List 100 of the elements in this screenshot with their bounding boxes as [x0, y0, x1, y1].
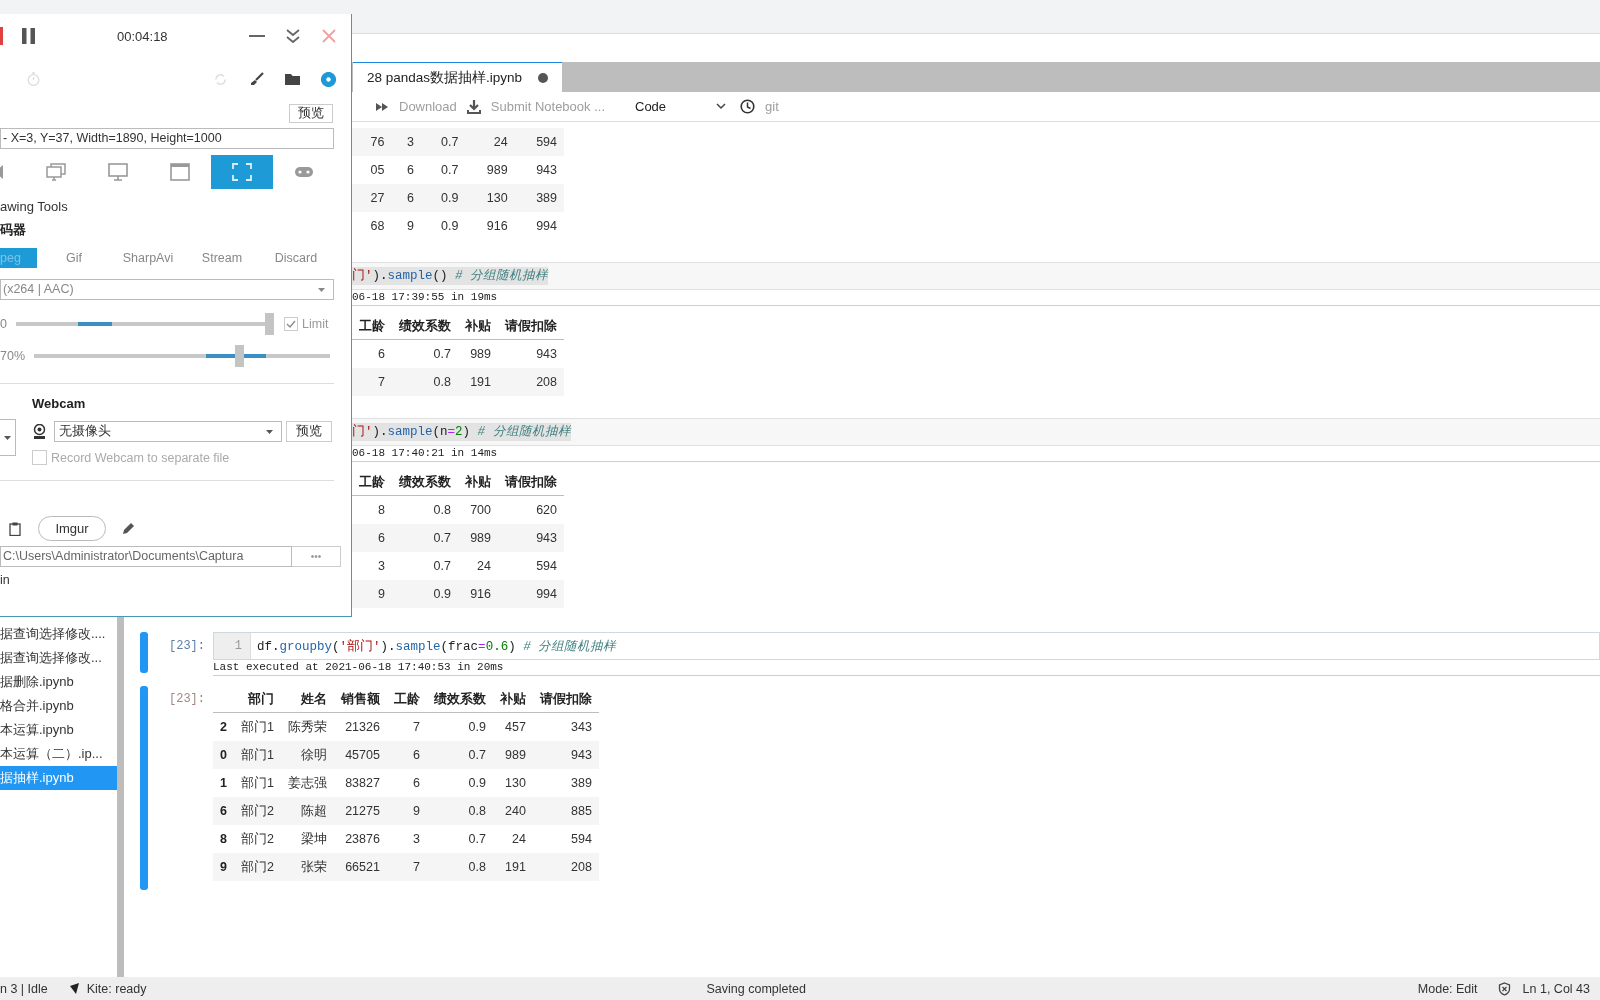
encoder-tab[interactable]: Stream	[185, 248, 259, 268]
file-item[interactable]: 据删除.ipynb	[0, 670, 117, 694]
preview-button[interactable]: 预览	[286, 421, 332, 442]
folder-icon[interactable]	[285, 73, 300, 85]
cell-collapser[interactable]	[140, 686, 148, 890]
webcam-heading: Webcam	[32, 395, 87, 413]
shield-icon[interactable]	[1497, 981, 1511, 996]
mode-indicator[interactable]: Mode: Edit	[1417, 981, 1478, 996]
kernel-status[interactable]: n 3 | Idle	[0, 981, 48, 996]
dropdown[interactable]	[0, 419, 16, 456]
table-cell: 989	[492, 741, 533, 769]
execution-time: Last executed at 2021-06-18 17:40:53 in 20ms	[213, 660, 1600, 676]
table-cell: 943	[498, 339, 564, 368]
webcam-dropdown[interactable]: 无摄像头	[54, 421, 282, 442]
table-cell: 6	[386, 741, 427, 769]
output-folder-field[interactable]: C:\Users\Administrator\Documents\Captura	[0, 546, 292, 567]
window-icon	[170, 163, 190, 181]
encoder-tab[interactable]: Discard	[259, 248, 333, 268]
column-header: 工龄	[386, 686, 427, 713]
table-cell: 0.7	[421, 128, 466, 156]
imgur-button[interactable]: Imgur	[38, 516, 106, 541]
table-cell: 0.7	[392, 339, 458, 368]
slider-thumb[interactable]	[234, 345, 244, 367]
table-cell: 0.7	[421, 156, 466, 184]
table-cell: 130	[492, 769, 533, 797]
table-cell: 8	[352, 495, 392, 524]
file-item[interactable]: 本运算.ipynb	[0, 718, 117, 742]
encoder-tab[interactable]: SharpAvi	[111, 248, 185, 268]
file-item[interactable]: 据查询选择修改...	[0, 646, 117, 670]
table-cell: 208	[498, 368, 564, 396]
file-item[interactable]: 格合并.ipynb	[0, 694, 117, 718]
fast-forward-icon[interactable]	[375, 100, 389, 113]
column-header: 绩效系数	[392, 469, 458, 496]
table-cell: 943	[498, 524, 564, 552]
checkbox-label: Limit	[302, 317, 329, 331]
file-item[interactable]: 据查询选择修改....	[0, 622, 117, 646]
code-line: df.groupby('部门').sample(frac=0.6) # 分组随机抽样	[257, 640, 617, 654]
notebook-tab[interactable]: 28 pandas数据抽样.ipynb	[353, 62, 563, 92]
brush-icon[interactable]	[250, 72, 264, 86]
table-cell: 6	[352, 339, 392, 368]
region-icon	[232, 163, 252, 181]
slider-thumb[interactable]	[265, 313, 274, 335]
table-cell: 389	[532, 769, 599, 797]
table-cell: 0.9	[426, 769, 493, 797]
checkbox[interactable]	[284, 317, 298, 331]
region-field[interactable]: - X=3, Y=37, Width=1890, Height=1000	[0, 128, 334, 149]
code-editor[interactable]: 1 df.groupby('部门').sample(frac=0.6) # 分组随机抽样	[213, 632, 1600, 660]
table-cell: 3	[386, 825, 427, 853]
pause-icon[interactable]	[22, 28, 35, 44]
table-cell: 208	[532, 853, 599, 881]
monitor-icon	[108, 163, 128, 181]
checkbox[interactable]	[32, 450, 47, 465]
clock-icon[interactable]	[740, 99, 756, 114]
clipboard-icon[interactable]	[9, 521, 21, 536]
column-header: 补贴	[458, 313, 498, 340]
caret-icon	[4, 435, 11, 440]
table-cell: 23876	[333, 825, 387, 853]
column-header: 请假扣除	[532, 686, 599, 713]
column-header: 姓名	[280, 686, 334, 713]
encoder-heading: 码器	[0, 221, 27, 239]
file-item[interactable]: 本运算（二）.ip...	[0, 742, 117, 766]
table-cell: 24	[465, 128, 515, 156]
table-cell: 24	[458, 552, 498, 580]
table-cell: 6	[352, 524, 392, 552]
table-cell: 943	[532, 741, 599, 769]
table-cell: 594	[498, 552, 564, 580]
collapse-icon[interactable]	[286, 28, 300, 44]
column-header: 部门	[233, 686, 281, 713]
table-cell: 9	[386, 797, 427, 825]
table-cell: 994	[498, 580, 564, 608]
table-cell: 191	[492, 853, 533, 881]
kite-status[interactable]: Kite: ready	[86, 981, 147, 996]
capture-source-button[interactable]	[211, 155, 273, 189]
webcam-icon	[33, 424, 46, 439]
table-cell: 3	[391, 128, 422, 156]
status-message: Saving completed	[706, 981, 806, 996]
table-cell: 05	[352, 156, 392, 184]
table-cell: 部门2	[233, 797, 281, 825]
line-number: 1	[214, 633, 251, 659]
column-header: 补贴	[492, 686, 533, 713]
close-icon[interactable]	[322, 29, 336, 43]
download-icon[interactable]	[466, 99, 481, 114]
table-cell: 66521	[333, 853, 387, 881]
encoder-tab[interactable]: Gif	[37, 248, 111, 268]
drawing-tools-label[interactable]: awing Tools	[0, 196, 351, 218]
table-cell: 700	[458, 495, 498, 524]
cell-type-dropdown[interactable]: Code	[635, 99, 731, 114]
row-index: 8	[213, 825, 234, 853]
codec-dropdown[interactable]: (x264 | AAC)	[0, 279, 334, 300]
table-cell: 389	[514, 184, 564, 212]
table-cell: 21326	[333, 712, 387, 741]
preview-button[interactable]: 预览	[289, 103, 333, 123]
cell-collapser[interactable]	[140, 632, 148, 673]
table-cell: 0.9	[392, 580, 458, 608]
table-cell: 0.9	[421, 184, 466, 212]
row-index: 6	[213, 797, 234, 825]
table-cell: 6	[391, 156, 422, 184]
cursor-position[interactable]: Ln 1, Col 43	[1522, 981, 1590, 996]
pencil-icon[interactable]	[121, 521, 135, 536]
table-cell: 梁坤	[280, 825, 334, 853]
